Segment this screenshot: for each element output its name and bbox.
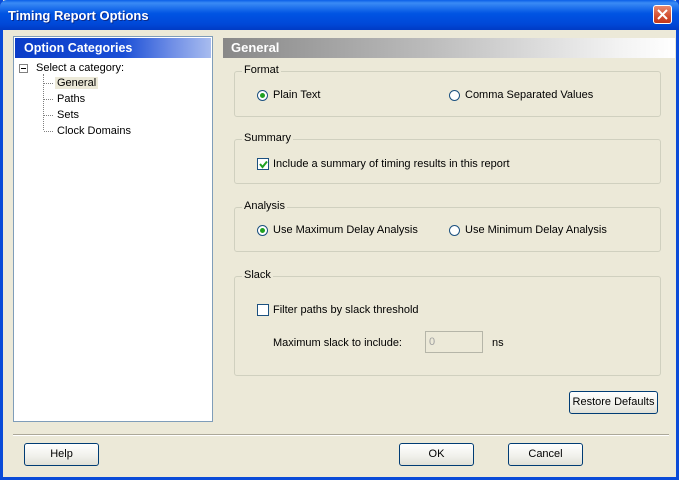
category-header-label: Option Categories xyxy=(24,41,133,55)
slack-filter-label[interactable]: Filter paths by slack threshold xyxy=(273,304,419,316)
csv-label[interactable]: Comma Separated Values xyxy=(465,89,593,101)
slack-legend: Slack xyxy=(242,269,273,281)
help-button[interactable]: Help xyxy=(24,443,99,466)
max-slack-label: Maximum slack to include: xyxy=(273,337,402,349)
dialog-window: Timing Report Options Option Categories … xyxy=(0,0,679,480)
tree-collapse-icon[interactable] xyxy=(19,64,28,73)
category-header: Option Categories xyxy=(15,38,211,58)
panel-header-label: General xyxy=(231,40,280,55)
min-delay-radio[interactable] xyxy=(449,225,460,236)
max-delay-label[interactable]: Use Maximum Delay Analysis xyxy=(273,224,418,236)
slack-filter-checkbox[interactable] xyxy=(257,304,269,316)
tree-line xyxy=(44,99,53,100)
max-delay-radio[interactable] xyxy=(257,225,268,236)
max-slack-input[interactable] xyxy=(425,331,483,353)
format-group: Format Plain Text Comma Separated Values xyxy=(234,64,661,117)
close-button[interactable] xyxy=(653,5,672,24)
analysis-group: Analysis Use Maximum Delay Analysis Use … xyxy=(234,200,661,252)
summary-checkbox[interactable] xyxy=(257,158,269,170)
tree-line xyxy=(44,115,53,116)
slack-group: Slack Filter paths by slack threshold Ma… xyxy=(234,269,661,376)
title-bar[interactable]: Timing Report Options xyxy=(0,0,679,30)
csv-radio[interactable] xyxy=(449,90,460,101)
tree-line xyxy=(44,131,53,132)
tree-root-label: Select a category: xyxy=(36,62,125,74)
format-legend: Format xyxy=(242,64,281,76)
ok-button[interactable]: OK xyxy=(399,443,474,466)
plain-text-label[interactable]: Plain Text xyxy=(273,89,321,101)
summary-group: Summary Include a summary of timing resu… xyxy=(234,132,661,184)
close-icon xyxy=(657,9,668,20)
footer-separator xyxy=(13,434,669,436)
tree-item-paths[interactable]: Paths xyxy=(55,93,87,105)
panel-header: General xyxy=(223,38,675,58)
tree-line xyxy=(44,83,53,84)
min-delay-label[interactable]: Use Minimum Delay Analysis xyxy=(465,224,607,236)
tree-item-general[interactable]: General xyxy=(55,77,99,89)
category-panel: Option Categories Select a category: Gen… xyxy=(13,36,213,422)
window-title: Timing Report Options xyxy=(8,8,149,23)
tree-item-clock-domains[interactable]: Clock Domains xyxy=(55,125,133,137)
slack-unit-label: ns xyxy=(492,337,504,349)
summary-legend: Summary xyxy=(242,132,294,144)
restore-defaults-button[interactable]: Restore Defaults xyxy=(569,391,658,414)
tree-item-sets[interactable]: Sets xyxy=(55,109,81,121)
summary-label[interactable]: Include a summary of timing results in t… xyxy=(273,158,510,170)
checkmark-icon xyxy=(259,160,268,169)
cancel-button[interactable]: Cancel xyxy=(508,443,583,466)
plain-text-radio[interactable] xyxy=(257,90,268,101)
analysis-legend: Analysis xyxy=(242,200,287,212)
